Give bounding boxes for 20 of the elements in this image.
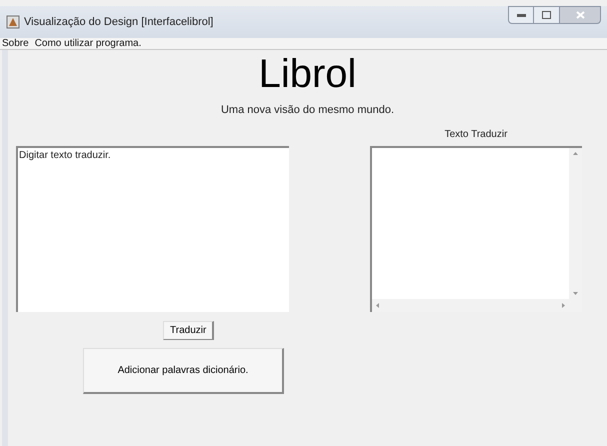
scroll-right-icon [562, 302, 565, 308]
subtitle: Uma nova visão do mesmo mundo. [220, 103, 396, 118]
scroll-down-icon [573, 292, 578, 294]
maximize-icon [542, 11, 551, 19]
close-button[interactable] [559, 6, 601, 24]
translate-button[interactable]: Traduzir [163, 320, 214, 340]
input-text-area[interactable]: Digitar texto traduzir. [16, 146, 289, 312]
maximize-button[interactable] [534, 6, 559, 24]
close-icon [576, 11, 584, 19]
menu-item[interactable]: Como utilizar programa. [34, 38, 142, 50]
app-icon [6, 15, 20, 29]
window-title: Visualização do Design [Interfacelibrol] [24, 14, 214, 30]
add-words-button[interactable]: Adicionar palavras dicionário. [83, 348, 284, 394]
scroll-left-icon [376, 302, 379, 308]
minimize-button[interactable] [508, 6, 534, 24]
app-heading: Librol [258, 52, 358, 96]
scroll-up-icon [573, 152, 578, 154]
output-label: Texto Traduzir [444, 128, 508, 142]
minimize-icon [516, 14, 526, 16]
menu-item[interactable]: Sobre [2, 38, 29, 50]
